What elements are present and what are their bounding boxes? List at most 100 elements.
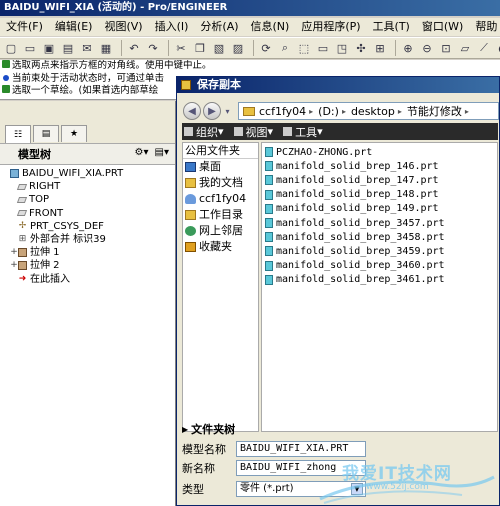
new-file-icon[interactable]: ▢ xyxy=(3,40,19,56)
address-crumb[interactable]: desktop xyxy=(351,105,395,118)
place-item[interactable]: 我的文档 xyxy=(183,175,258,191)
tree-node[interactable]: ✢ PRT_CSYS_DEF xyxy=(0,220,175,233)
paste-icon[interactable]: ▧ xyxy=(211,40,227,56)
place-label: ccf1fy04 xyxy=(199,192,247,205)
zoom-in-icon[interactable]: ⊕ xyxy=(400,40,416,56)
tree-node[interactable]: TOP xyxy=(0,193,175,206)
tree-node[interactable]: RIGHT xyxy=(0,180,175,193)
copy-icon[interactable]: ❐ xyxy=(192,40,208,56)
tree-node[interactable]: + 拉伸 2 xyxy=(0,259,175,272)
menu-item[interactable]: 插入(I) xyxy=(149,18,195,36)
email-icon[interactable]: ✉ xyxy=(79,40,95,56)
find-icon[interactable]: ⌕ xyxy=(277,40,293,56)
view-menu-button[interactable]: 视图 ▾ xyxy=(233,124,274,140)
address-crumb[interactable]: (D:) xyxy=(318,105,339,118)
datum-axis-toggle-icon[interactable]: ⟋ xyxy=(476,40,492,56)
address-bar[interactable]: ccf1fy04 ▸ (D:) ▸ desktop ▸ 节能灯修改 ▸ xyxy=(238,102,499,120)
menu-item[interactable]: 分析(A) xyxy=(194,18,244,36)
menu-item[interactable]: 帮助 xyxy=(469,18,500,36)
menu-item[interactable]: 文件(F) xyxy=(0,18,49,36)
main-toolbar: ▢ ▭ ▣ ▤ ✉ ▦ ↶ ↷ ✂ ❐ ▧ ▨ ⟳ ⌕ ⬚ ▭ ◳ ✣ ⊞ ⊕ … xyxy=(0,37,500,59)
history-dropdown-icon[interactable]: ▾ xyxy=(223,102,232,120)
tree-node[interactable]: ➜ 在此插入 xyxy=(0,273,175,286)
crumb-arrow-icon[interactable]: ▸ xyxy=(342,107,346,116)
shading-icon[interactable]: ● xyxy=(495,40,500,56)
message-text: 当前束处于活动状态时，可通过单击 xyxy=(12,72,165,84)
tree-columns-icon[interactable]: ▤▾ xyxy=(155,147,169,158)
file-item[interactable]: PCZHAO-ZHONG.prt xyxy=(265,145,497,159)
save-icon[interactable]: ▣ xyxy=(41,40,57,56)
menu-item[interactable]: 窗口(W) xyxy=(416,18,469,36)
print-icon[interactable]: ▤ xyxy=(60,40,76,56)
tools-icon xyxy=(283,127,293,136)
folder-browser-tab-icon[interactable]: ▤ xyxy=(33,125,59,142)
expand-plus-icon[interactable]: + xyxy=(10,246,18,259)
type-row: 类型 零件 (*.prt) ▼ xyxy=(182,480,366,497)
menu-item[interactable]: 编辑(E) xyxy=(49,18,99,36)
crumb-arrow-icon[interactable]: ▸ xyxy=(465,107,469,116)
zoom-out-icon[interactable]: ⊖ xyxy=(419,40,435,56)
place-item[interactable]: 桌面 xyxy=(183,159,258,175)
menu-item[interactable]: 工具(T) xyxy=(367,18,416,36)
chevron-down-icon: ▾ xyxy=(218,125,224,138)
tree-settings-icon[interactable]: ⚙▾ xyxy=(135,147,149,158)
menu-item[interactable]: 视图(V) xyxy=(98,18,148,36)
select-box-icon[interactable]: ⬚ xyxy=(296,40,312,56)
part-file-icon xyxy=(265,175,273,186)
place-item[interactable]: 工作目录 xyxy=(183,207,258,223)
file-item[interactable]: manifold_solid_brep_147.prt xyxy=(265,173,497,187)
open-folder-icon[interactable]: ▭ xyxy=(22,40,38,56)
menu-item[interactable]: 信息(N) xyxy=(245,18,296,36)
orient-icon[interactable]: ⊞ xyxy=(372,40,388,56)
organize-menu-button[interactable]: 组织 ▾ xyxy=(184,124,224,140)
crumb-arrow-icon[interactable]: ▸ xyxy=(398,107,402,116)
datum-plane-toggle-icon[interactable]: ▱ xyxy=(457,40,473,56)
favorites-tab-icon[interactable]: ★ xyxy=(61,125,87,142)
regenerate-icon[interactable]: ⟳ xyxy=(258,40,274,56)
type-select[interactable]: 零件 (*.prt) ▼ xyxy=(236,480,366,497)
chevron-down-icon: ▾ xyxy=(267,125,274,138)
tree-node[interactable]: ⊞ 外部合并 标识39 xyxy=(0,233,175,246)
redo-icon[interactable]: ↷ xyxy=(145,40,161,56)
expand-plus-icon[interactable]: + xyxy=(10,259,18,272)
file-item[interactable]: manifold_solid_brep_3459.prt xyxy=(265,244,497,258)
file-item[interactable]: manifold_solid_brep_149.prt xyxy=(265,202,497,216)
spin-center-icon[interactable]: ✣ xyxy=(353,40,369,56)
save-copy-dialog: 保存副本 ◀ ▶ ▾ ccf1fy04 ▸ (D:) ▸ desktop ▸ 节能灯修改 ▸ … xyxy=(176,76,500,506)
fit-icon[interactable]: ⊡ xyxy=(438,40,454,56)
tree-node[interactable]: FRONT xyxy=(0,207,175,220)
place-item[interactable]: 收藏夹 xyxy=(183,239,258,255)
file-item[interactable]: manifold_solid_brep_3457.prt xyxy=(265,216,497,230)
menu-item[interactable]: 应用程序(P) xyxy=(295,18,366,36)
navigator-panel: ☷ ▤ ★ 模型树 ⚙▾ ▤▾ BAIDU_WIFI_XIA.PRT RIGHT T… xyxy=(0,101,176,506)
favorites-icon xyxy=(185,242,196,252)
window-icon[interactable]: ▭ xyxy=(315,40,331,56)
place-item[interactable]: 网上邻居 xyxy=(183,223,258,239)
repaint-icon[interactable]: ◳ xyxy=(334,40,350,56)
file-item[interactable]: manifold_solid_brep_3460.prt xyxy=(265,259,497,273)
merge-icon: ⊞ xyxy=(18,233,27,244)
crumb-arrow-icon[interactable]: ▸ xyxy=(309,107,313,116)
folder-tree-toggle[interactable]: ▶ 文件夹树 xyxy=(182,422,259,436)
tools-menu-button[interactable]: 工具 ▾ xyxy=(283,124,323,140)
file-list: PCZHAO-ZHONG.prt manifold_solid_brep_146.… xyxy=(261,142,498,432)
back-arrow-icon[interactable]: ◀ xyxy=(183,102,201,120)
place-item[interactable]: ccf1fy04 xyxy=(183,191,258,207)
part-file-icon xyxy=(265,218,273,229)
properties-icon[interactable]: ▦ xyxy=(98,40,114,56)
address-crumb[interactable]: 节能灯修改 xyxy=(407,103,462,119)
file-item[interactable]: manifold_solid_brep_3461.prt xyxy=(265,273,497,287)
paste-special-icon[interactable]: ▨ xyxy=(230,40,246,56)
undo-icon[interactable]: ↶ xyxy=(126,40,142,56)
file-item[interactable]: manifold_solid_brep_146.prt xyxy=(265,159,497,173)
new-name-input[interactable]: BAIDU_WIFI_zhong xyxy=(236,459,366,476)
tree-node[interactable]: + 拉伸 1 xyxy=(0,246,175,259)
address-crumb[interactable]: ccf1fy04 xyxy=(259,105,306,118)
forward-arrow-icon[interactable]: ▶ xyxy=(203,102,221,120)
model-tree-tab-icon[interactable]: ☷ xyxy=(5,125,31,143)
cut-icon[interactable]: ✂ xyxy=(173,40,189,56)
place-label: 桌面 xyxy=(199,160,221,173)
file-item[interactable]: manifold_solid_brep_148.prt xyxy=(265,188,497,202)
tree-node[interactable]: BAIDU_WIFI_XIA.PRT xyxy=(0,167,175,180)
file-item[interactable]: manifold_solid_brep_3458.prt xyxy=(265,230,497,244)
